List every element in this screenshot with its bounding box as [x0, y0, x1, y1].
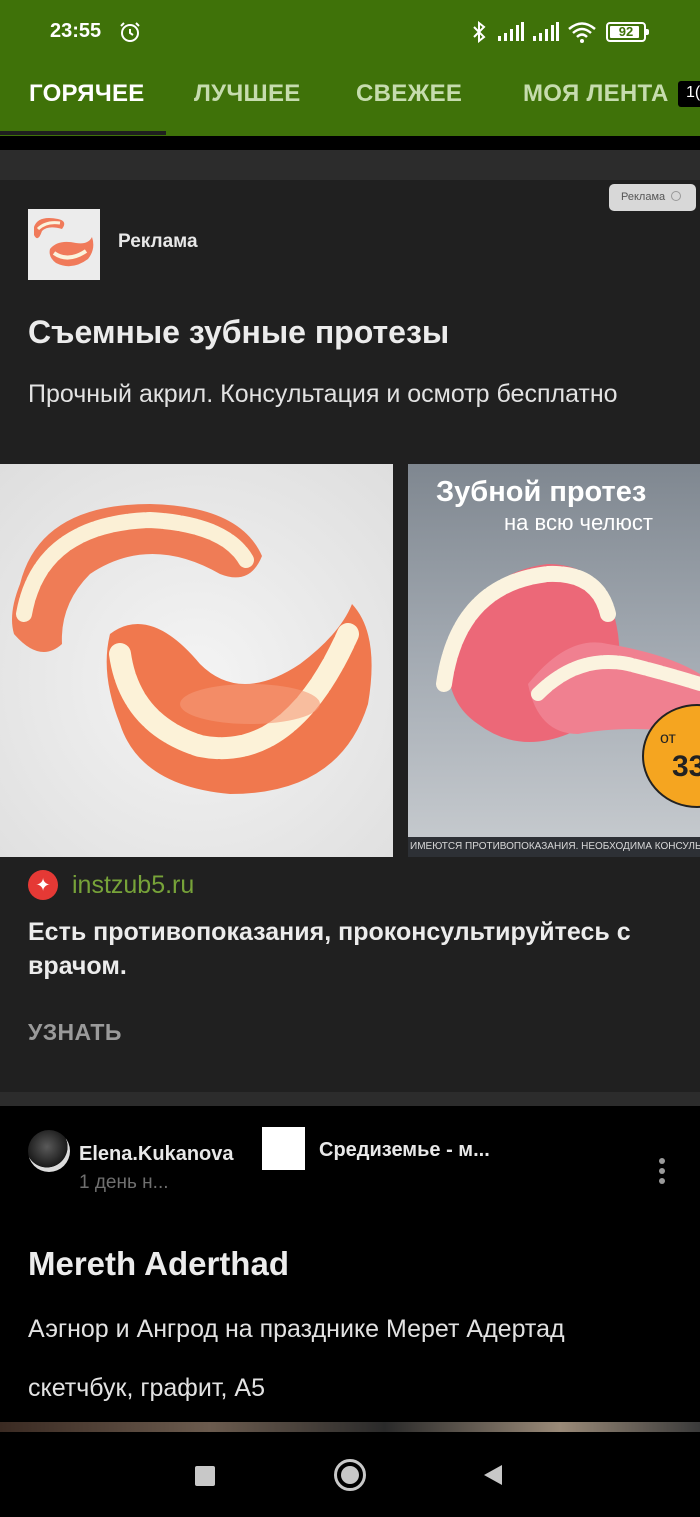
signal-icon [533, 22, 559, 41]
dentures-illustration [12, 504, 372, 794]
battery-nub [646, 29, 649, 35]
feed-divider [0, 150, 700, 180]
active-tab-indicator [0, 131, 166, 135]
ad-image-banner[interactable]: Зубной протез на всю челюст от 33 ИМЕЮТС… [408, 464, 700, 857]
nav-home-icon[interactable] [334, 1459, 366, 1491]
author-avatar[interactable] [28, 1130, 70, 1172]
battery-level: 92 [618, 24, 634, 39]
community-avatar[interactable] [262, 1127, 305, 1170]
post-author[interactable]: Elena.Kukanova [79, 1143, 234, 1166]
post-text-line: скетчбук, графит, А5 [28, 1374, 265, 1402]
tab-hot[interactable]: ГОРЯЧЕЕ [29, 80, 145, 108]
ad-image-dentures[interactable] [0, 464, 393, 857]
ad-site-link[interactable]: instzub5.ru [72, 871, 194, 900]
ad-warning: Есть противопоказания, проконсультируйте… [28, 918, 631, 980]
post-community[interactable]: Средиземье - м... [319, 1139, 490, 1162]
dentures-thumbnail-icon [34, 218, 94, 267]
bluetooth-icon [473, 21, 486, 43]
system-nav-bar [0, 1432, 700, 1517]
status-clock: 23:55 [50, 20, 102, 42]
ad-info-icon [671, 191, 682, 201]
learn-more-button[interactable]: УЗНАТЬ [28, 1019, 122, 1046]
app-header: 23:55 92 ГОРЯЧЕЕ ЛУЧШЕЕ СВЕЖЕЕ МОЯ ЛЕНТА… [0, 0, 700, 136]
more-vert-icon[interactable] [650, 1158, 674, 1188]
ad-chip[interactable]: Реклама [609, 184, 696, 211]
nav-back-icon[interactable] [482, 1463, 504, 1487]
tab-fresh[interactable]: СВЕЖЕЕ [356, 80, 462, 108]
banner-price: 33 [672, 750, 700, 783]
site-star-icon: ✦ [28, 870, 58, 900]
post-title[interactable]: Mereth Aderthad [28, 1245, 289, 1283]
banner-subtitle: на всю челюст [504, 510, 653, 535]
wifi-icon [568, 22, 596, 43]
ad-title[interactable]: Съемные зубные протезы [28, 314, 449, 351]
signal-icon [498, 22, 524, 41]
tab-best[interactable]: ЛУЧШЕЕ [194, 80, 301, 108]
advertiser-name: Реклама [118, 231, 198, 252]
banner-price-prefix: от [660, 730, 676, 747]
post-text-line: Аэгнор и Ангрод на празднике Мерет Адерт… [28, 1315, 565, 1343]
banner-title: Зубной протез [436, 476, 647, 508]
tab-my-feed[interactable]: МОЯ ЛЕНТА [523, 80, 669, 108]
ad-card[interactable]: Реклама Реклама Съемные зубные протезы П… [0, 180, 700, 1092]
ad-description: Прочный акрил. Консультация и осмотр бес… [28, 380, 618, 408]
status-bar: 23:55 92 [0, 0, 700, 64]
post-time: 1 день н... [79, 1172, 169, 1193]
banner-footer: ИМЕЮТСЯ ПРОТИВОПОКАЗАНИЯ. НЕОБХОДИМА КОН… [408, 837, 700, 857]
feed-tabs: ГОРЯЧЕЕ ЛУЧШЕЕ СВЕЖЕЕ МОЯ ЛЕНТА 1( [0, 64, 700, 136]
advertiser-thumbnail [28, 209, 100, 280]
post-image-preview[interactable] [0, 1422, 700, 1432]
nav-recents-icon[interactable] [195, 1466, 215, 1486]
alarm-icon [120, 22, 140, 42]
ad-chip-label: Реклама [621, 191, 666, 203]
post-card[interactable]: Elena.Kukanova 1 день н... Средиземье - … [0, 1106, 700, 1424]
feed-divider [0, 1092, 700, 1106]
battery-icon: 92 [606, 22, 649, 42]
tab-badge: 1( [678, 81, 700, 107]
